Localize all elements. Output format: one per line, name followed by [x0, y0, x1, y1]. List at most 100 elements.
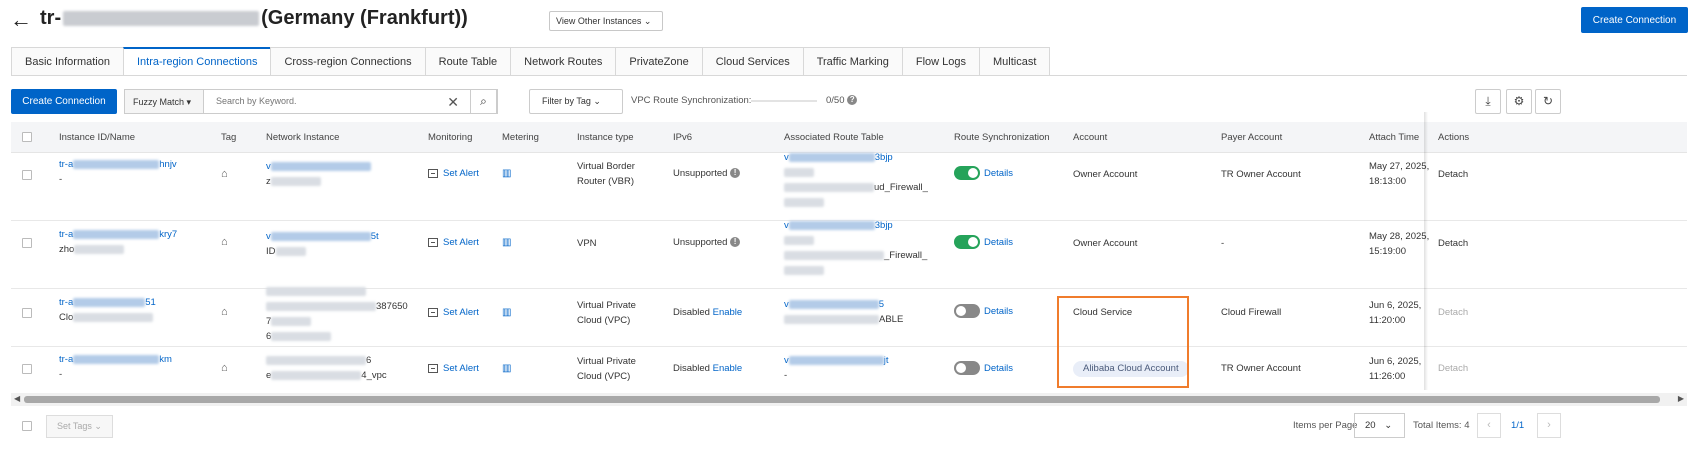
info-icon[interactable]: ! — [730, 237, 741, 248]
route-table-name: ud_Firewall_ — [874, 182, 928, 193]
tab-cloud-services[interactable]: Cloud Services — [701, 47, 803, 76]
tag-icon[interactable]: ⌂ — [221, 305, 228, 320]
col-route-sync: Route Synchronization — [954, 132, 1050, 143]
page-title: tr- (Germany (Frankfurt)) — [40, 7, 468, 30]
back-arrow-icon[interactable]: ← — [10, 7, 32, 33]
download-icon[interactable]: ⤓ — [1475, 89, 1501, 114]
redacted — [266, 355, 366, 365]
route-table[interactable]: v jt - — [784, 353, 889, 383]
chevron-down-icon: ⌄ — [94, 421, 102, 431]
redacted — [788, 220, 875, 230]
bar-chart-icon[interactable]: ▥ — [502, 235, 511, 250]
scroll-right-icon[interactable]: ▶ — [1678, 394, 1684, 403]
tag-icon[interactable]: ⌂ — [221, 361, 228, 376]
bar-chart-icon[interactable]: ▥ — [502, 361, 511, 376]
tab-intra-region-connections[interactable]: Intra-region Connections — [122, 47, 271, 76]
network-instance[interactable]: v 5t ID — [266, 229, 379, 259]
redacted — [73, 159, 160, 169]
items-per-page-select[interactable]: 20 ⌄ — [1354, 413, 1405, 438]
row-checkbox[interactable] — [22, 308, 32, 318]
search-icon[interactable]: ⌕ — [470, 89, 497, 114]
create-connection-button-top[interactable]: Create Connection — [1581, 7, 1688, 33]
tab-network-routes[interactable]: Network Routes — [510, 47, 616, 76]
tab-basic-information[interactable]: Basic Information — [11, 47, 123, 76]
tab-cross-region-connections[interactable]: Cross-region Connections — [270, 47, 425, 76]
instance-id[interactable]: tr-a 51 Clo — [59, 295, 156, 325]
create-connection-button[interactable]: Create Connection — [11, 89, 117, 114]
close-icon[interactable]: ✕ — [447, 94, 459, 111]
horizontal-scrollbar[interactable]: ◀ ▶ — [11, 393, 1687, 406]
tab-multicast[interactable]: Multicast — [978, 47, 1051, 76]
network-instance[interactable]: v z — [266, 159, 371, 189]
route-table[interactable]: v 3bjp _Firewall_ — [784, 218, 927, 278]
footer-select-all-checkbox[interactable] — [22, 421, 32, 431]
route-sync-toggle[interactable] — [954, 166, 980, 181]
tag-icon[interactable]: ⌂ — [221, 235, 228, 250]
enable-ipv6-link[interactable]: Enable — [713, 363, 743, 374]
network-instance[interactable]: 6 e 4_vpc — [266, 353, 387, 383]
enable-ipv6-link[interactable]: Enable — [713, 307, 743, 318]
select-all-checkbox[interactable] — [22, 132, 32, 142]
redacted-instance-id — [63, 11, 260, 27]
col-account: Account — [1073, 132, 1108, 143]
set-alert-link[interactable]: Set Alert — [428, 361, 479, 376]
instance-id[interactable]: tr-a km - — [59, 352, 172, 382]
set-alert-link[interactable]: Set Alert — [428, 235, 479, 250]
alert-icon — [428, 237, 438, 247]
route-sync-toggle[interactable] — [954, 361, 980, 376]
instance-id[interactable]: tr-a hnjv - — [59, 157, 177, 187]
route-table-id-suffix: jt — [883, 355, 889, 366]
row-checkbox[interactable] — [22, 364, 32, 374]
info-icon[interactable]: ! — [730, 168, 741, 179]
filter-by-tag-button[interactable]: Filter by Tag ⌄ — [529, 89, 623, 114]
help-icon[interactable]: ? — [847, 95, 858, 106]
tab-flow-logs[interactable]: Flow Logs — [901, 47, 979, 76]
attach-clock: 18:13:00 — [1369, 176, 1406, 187]
route-table-name: ABLE — [879, 314, 904, 325]
bar-chart-icon[interactable]: ▥ — [502, 305, 511, 320]
bar-chart-icon[interactable]: ▥ — [502, 166, 511, 181]
network-instance[interactable]: 387650 7 6 — [266, 284, 408, 344]
route-table-name: _Firewall_ — [884, 250, 928, 261]
refresh-icon[interactable]: ↻ — [1535, 89, 1561, 114]
table-header: Instance ID/Name Tag Network Instance Mo… — [11, 122, 1687, 153]
search-input[interactable] — [216, 96, 466, 106]
gear-icon[interactable]: ⚙ — [1506, 89, 1532, 114]
tab-traffic-marking[interactable]: Traffic Marking — [802, 47, 902, 76]
tab-privatezone[interactable]: PrivateZone — [615, 47, 702, 76]
fuzzy-match-select[interactable]: Fuzzy Match ▾ — [124, 89, 204, 114]
detach-button[interactable]: Detach — [1438, 167, 1468, 182]
alert-icon — [428, 307, 438, 317]
scroll-left-icon[interactable]: ◀ — [14, 394, 20, 403]
ipv6-status: Unsupported ! — [673, 166, 741, 181]
set-alert-link[interactable]: Set Alert — [428, 305, 479, 320]
row-checkbox[interactable] — [22, 238, 32, 248]
row-checkbox[interactable] — [22, 170, 32, 180]
caret-down-icon: ▾ — [186, 97, 192, 107]
tag-icon[interactable]: ⌂ — [221, 167, 228, 182]
instance-type: Virtual Border Router (VBR) — [577, 159, 635, 189]
set-alert-link[interactable]: Set Alert — [428, 166, 479, 181]
table-row: tr-a hnjv - ⌂ v z Set Alert ▥ Virtual Bor… — [11, 150, 1687, 221]
details-link[interactable]: Details — [984, 237, 1013, 248]
alert-icon — [428, 363, 438, 373]
instance-id-prefix: tr-a — [59, 297, 74, 308]
view-other-instances-button[interactable]: View Other Instances ⌄ — [549, 11, 663, 31]
route-table-id-suffix: 5 — [878, 299, 885, 310]
details-link[interactable]: Details — [984, 363, 1013, 374]
tab-route-table[interactable]: Route Table — [424, 47, 511, 76]
details-link[interactable]: Details — [984, 168, 1013, 179]
route-table[interactable]: v 3bjp ud_Firewall_ — [784, 150, 928, 210]
route-table[interactable]: v5 ABLE — [784, 297, 903, 327]
ipv6-label: Unsupported — [673, 237, 728, 248]
route-table-id-suffix: 3bjp — [874, 220, 893, 231]
redacted — [788, 152, 875, 162]
route-sync-toggle[interactable] — [954, 304, 980, 319]
redacted — [266, 301, 376, 311]
instance-id[interactable]: tr-a kry7 zho — [59, 227, 177, 257]
details-link[interactable]: Details — [984, 306, 1013, 317]
table-row: tr-a km - ⌂ 6 e 4_vpc Set Alert ▥ Virtual … — [11, 347, 1687, 391]
route-sync-toggle[interactable] — [954, 235, 980, 250]
detach-button[interactable]: Detach — [1438, 236, 1468, 251]
scrollbar-thumb[interactable] — [24, 396, 1660, 403]
